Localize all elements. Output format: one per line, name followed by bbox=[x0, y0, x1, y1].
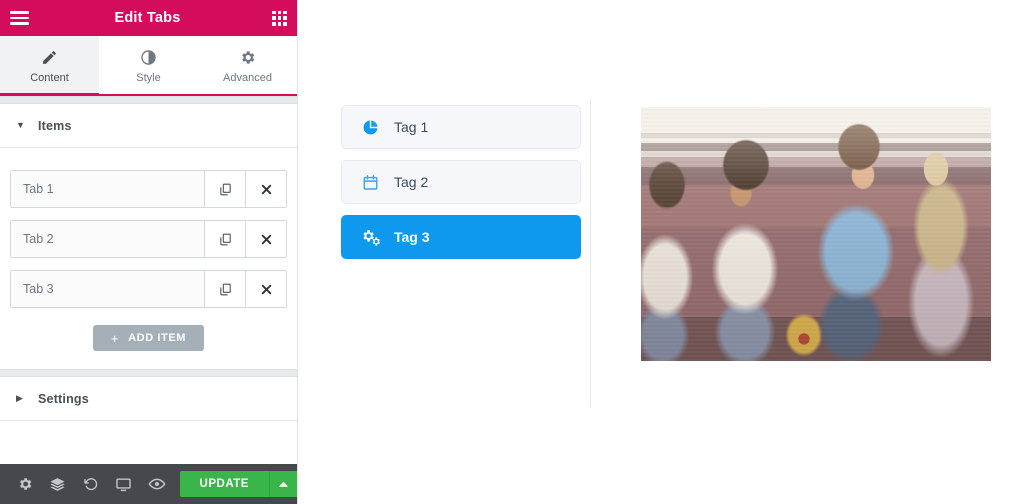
gear-icon bbox=[239, 49, 256, 66]
caret-right-icon: ▶ bbox=[16, 393, 23, 403]
repeater-row bbox=[10, 270, 287, 308]
duplicate-icon[interactable] bbox=[204, 271, 245, 307]
tab-advanced[interactable]: Advanced bbox=[198, 36, 297, 96]
tab-advanced-label: Advanced bbox=[223, 71, 272, 84]
add-item-button[interactable]: + ADD ITEM bbox=[92, 325, 205, 351]
editor-panel: Edit Tabs Content Style Advanced ▼ Items… bbox=[0, 0, 298, 504]
pie-chart-icon bbox=[362, 119, 382, 136]
eye-preview-icon[interactable] bbox=[140, 464, 173, 504]
widget-tab-tag-3[interactable]: Tag 3 bbox=[341, 215, 581, 259]
duplicate-icon[interactable] bbox=[204, 221, 245, 257]
panel-title: Edit Tabs bbox=[114, 10, 181, 26]
panel-tab-bar: Content Style Advanced bbox=[0, 36, 297, 96]
widget-tab-label: Tag 1 bbox=[394, 119, 429, 135]
panel-divider-strip-2 bbox=[0, 369, 297, 377]
panel-header: Edit Tabs bbox=[0, 0, 297, 36]
gear-icon[interactable] bbox=[8, 464, 41, 504]
tab-content-label: Content bbox=[30, 71, 69, 84]
close-icon[interactable] bbox=[245, 221, 286, 257]
cogs-icon bbox=[362, 229, 382, 246]
caret-up-icon[interactable] bbox=[268, 471, 297, 497]
grid-icon[interactable] bbox=[272, 10, 287, 26]
friends-with-smartphones-photo bbox=[641, 107, 991, 361]
tab-style-label: Style bbox=[136, 71, 161, 84]
tab-content[interactable]: Content bbox=[0, 36, 99, 96]
tab-title-input[interactable] bbox=[11, 221, 204, 257]
editor-screen: Edit Tabs Content Style Advanced ▼ Items… bbox=[0, 0, 1033, 504]
repeater-row bbox=[10, 220, 287, 258]
responsive-monitor-icon[interactable] bbox=[107, 464, 140, 504]
add-item-row: + ADD ITEM bbox=[10, 320, 287, 351]
update-button-group: UPDATE bbox=[179, 471, 297, 497]
widget-tab-tag-2[interactable]: Tag 2 bbox=[341, 160, 581, 204]
tab-content-image bbox=[641, 107, 991, 361]
tabs-widget: Tag 1 Tag 2 Tag 3 bbox=[341, 105, 581, 270]
add-item-label: ADD ITEM bbox=[128, 332, 187, 344]
pencil-icon bbox=[41, 49, 58, 66]
close-icon[interactable] bbox=[245, 171, 286, 207]
section-settings-label: Settings bbox=[38, 391, 89, 406]
tab-style[interactable]: Style bbox=[99, 36, 198, 96]
preview-canvas: Tag 1 Tag 2 Tag 3 bbox=[298, 0, 1033, 504]
panel-divider-strip bbox=[0, 96, 297, 104]
tab-title-input[interactable] bbox=[11, 171, 204, 207]
update-button[interactable]: UPDATE bbox=[179, 471, 269, 497]
duplicate-icon[interactable] bbox=[204, 171, 245, 207]
section-header-settings[interactable]: ▶ Settings bbox=[0, 377, 297, 421]
items-repeater: + ADD ITEM bbox=[0, 148, 297, 369]
section-header-items[interactable]: ▼ Items bbox=[0, 104, 297, 148]
caret-down-icon: ▼ bbox=[16, 120, 25, 130]
contrast-icon bbox=[140, 49, 157, 66]
layers-icon[interactable] bbox=[41, 464, 74, 504]
widget-tab-tag-1[interactable]: Tag 1 bbox=[341, 105, 581, 149]
history-icon[interactable] bbox=[74, 464, 107, 504]
tab-title-input[interactable] bbox=[11, 271, 204, 307]
repeater-row bbox=[10, 170, 287, 208]
plus-icon: + bbox=[110, 330, 120, 346]
widget-tab-label: Tag 3 bbox=[394, 229, 430, 245]
close-icon[interactable] bbox=[245, 271, 286, 307]
panel-footer-toolbar: UPDATE bbox=[0, 464, 297, 504]
canvas-column-divider bbox=[590, 100, 591, 407]
calendar-icon bbox=[362, 174, 382, 191]
section-items-label: Items bbox=[38, 118, 72, 133]
widget-tab-label: Tag 2 bbox=[394, 174, 429, 190]
